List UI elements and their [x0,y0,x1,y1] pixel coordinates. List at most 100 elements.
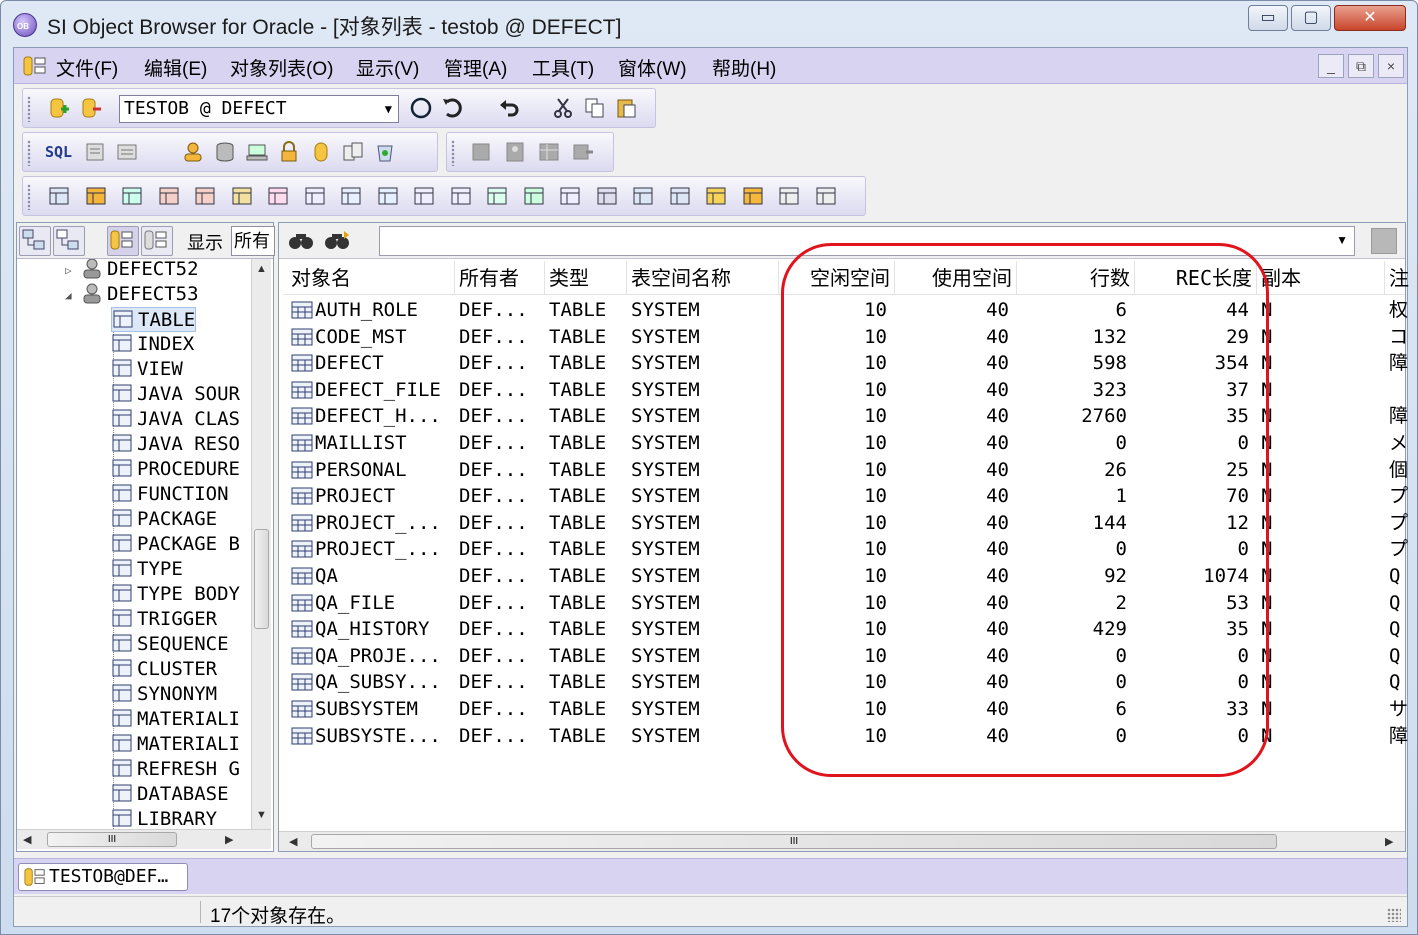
copy-icon[interactable] [583,96,607,120]
tree-item[interactable]: TYPE [111,557,183,582]
scroll-right-arrow[interactable]: ▶ [225,833,233,846]
recycle-bin-icon[interactable] [373,140,397,164]
menu-item-5[interactable]: 工具(T) [532,54,594,81]
database-icon[interactable] [309,140,333,164]
column-header-8[interactable]: 副本 [1257,261,1385,295]
tree-item[interactable]: MATERIALI [111,732,240,757]
toolbar-index-icon[interactable] [84,184,108,208]
display-filter-select[interactable]: 所有 [231,226,275,256]
toolbar-directory-icon[interactable] [814,184,838,208]
column-header-1[interactable]: 所有者 [455,261,545,295]
tree-item[interactable]: PROCEDURE [111,457,240,482]
connection-select[interactable]: TESTOB @ DEFECT ▼ [119,95,399,123]
tree-item[interactable]: PACKAGE B [111,532,240,557]
grid-hscroll-thumb[interactable]: III [311,834,1277,849]
column-header-3[interactable]: 表空间名称 [627,261,779,295]
tree-item[interactable]: INDEX [111,332,194,357]
doc-tab-testob[interactable]: TESTOB@DEF… [18,863,188,891]
tree-item[interactable]: TABLE [111,307,197,332]
tree-item[interactable]: DEFECT53 [81,282,199,307]
toolbar-type-body-icon[interactable] [449,184,473,208]
find-icon[interactable] [287,229,315,253]
find-next-icon[interactable] [323,229,351,253]
tree-item[interactable]: JAVA RESO [111,432,240,457]
tree-item[interactable]: JAVA CLAS [111,407,240,432]
grid-scroll-right-arrow[interactable]: ▶ [1385,835,1393,848]
tree-item[interactable]: JAVA SOUR [111,382,240,407]
toolbar-materialized-log-icon[interactable] [668,184,692,208]
toolbar-package-icon[interactable] [339,184,363,208]
toolbar-materialized-view-icon[interactable] [631,184,655,208]
paste-icon[interactable] [615,96,639,120]
toolbar-database-link-icon[interactable] [741,184,765,208]
cut-icon[interactable] [551,96,575,120]
new-connection-icon[interactable] [47,96,71,120]
resize-grip[interactable] [1387,908,1401,922]
tree-hscroll-thumb[interactable]: III [47,832,177,847]
print-preview-icon[interactable] [83,140,107,164]
tree-item[interactable]: CLUSTER [111,657,217,682]
grid-horizontal-scrollbar[interactable]: ◀ III ▶ [279,831,1405,851]
session-icon[interactable] [245,140,269,164]
toolbar-refresh-group-icon[interactable] [704,184,728,208]
menu-item-4[interactable]: 管理(A) [444,54,507,81]
toolbar-package-body-icon[interactable] [376,184,400,208]
objects-icon[interactable] [341,140,365,164]
undo-icon[interactable] [497,96,521,120]
toolbar-type-icon[interactable] [412,184,436,208]
menu-item-6[interactable]: 窗体(W) [618,54,687,81]
toolbar-sequence-icon[interactable] [522,184,546,208]
schema-mode-button[interactable] [107,226,139,256]
column-header-9[interactable]: 注 [1385,261,1415,295]
refresh-icon[interactable] [441,96,465,120]
menu-item-1[interactable]: 编辑(E) [144,54,207,81]
toolbar-procedure-icon[interactable] [266,184,290,208]
tree-item[interactable]: TYPE BODY [111,582,240,607]
toolbar-synonym-icon[interactable] [595,184,619,208]
toolbar-table-icon[interactable] [47,184,71,208]
tree-horizontal-scrollbar[interactable]: ◀ III ▶ [17,829,271,849]
minimize-button[interactable]: ▭ [1248,5,1288,31]
tree-item[interactable]: PACKAGE [111,507,217,532]
toolbar-library-icon[interactable] [777,184,801,208]
tree-item[interactable]: LIBRARY [111,807,217,829]
toolbar-java-source-icon[interactable] [157,184,181,208]
mdi-restore-button[interactable]: ⧉ [1348,54,1374,78]
tree-item[interactable]: TRIGGER [111,607,217,632]
toolbar-java-class-icon[interactable] [193,184,217,208]
scroll-left-arrow[interactable]: ◀ [23,833,31,846]
tree-expander[interactable]: ◢ [65,289,72,302]
tree-expander[interactable]: ▷ [65,264,72,277]
tree-vscroll-thumb[interactable] [254,529,269,629]
find-option-button[interactable] [1371,228,1397,254]
sql-button[interactable]: SQL [45,140,75,164]
tree-item[interactable]: DEFECT52 [81,259,199,282]
column-header-2[interactable]: 类型 [545,261,627,295]
tree-item[interactable]: VIEW [111,357,183,382]
tree-view-2-button[interactable] [53,226,85,256]
tree-item[interactable]: SEQUENCE [111,632,229,657]
tree-item[interactable]: SYNONYM [111,682,217,707]
tree-view-1-button[interactable] [19,226,51,256]
disconnect-icon[interactable] [79,96,103,120]
users-icon[interactable] [181,140,205,164]
mdi-minimize-button[interactable]: _ [1318,54,1344,78]
stop-icon[interactable] [409,96,433,120]
grid-scroll-left-arrow[interactable]: ◀ [289,835,297,848]
tablespace-icon[interactable] [213,140,237,164]
close-button[interactable]: ✕ [1334,5,1406,31]
schema-list-button[interactable] [141,226,173,256]
menu-item-0[interactable]: 文件(F) [56,54,118,81]
toolbar-view-icon[interactable] [120,184,144,208]
toolbar-cluster-icon[interactable] [558,184,582,208]
column-header-0[interactable]: 对象名 [287,261,455,295]
tree-vertical-scrollbar[interactable]: ▲ ▼ [251,259,271,829]
menu-item-3[interactable]: 显示(V) [356,54,419,81]
toolbar-trigger-icon[interactable] [485,184,509,208]
menu-item-2[interactable]: 对象列表(O) [230,54,333,81]
toolbar-java-resource-icon[interactable] [230,184,254,208]
scroll-up-arrow[interactable]: ▲ [256,263,267,275]
tree-item[interactable]: DATABASE [111,782,229,807]
scroll-down-arrow[interactable]: ▼ [256,809,267,821]
tree-item[interactable]: REFRESH G [111,757,240,782]
